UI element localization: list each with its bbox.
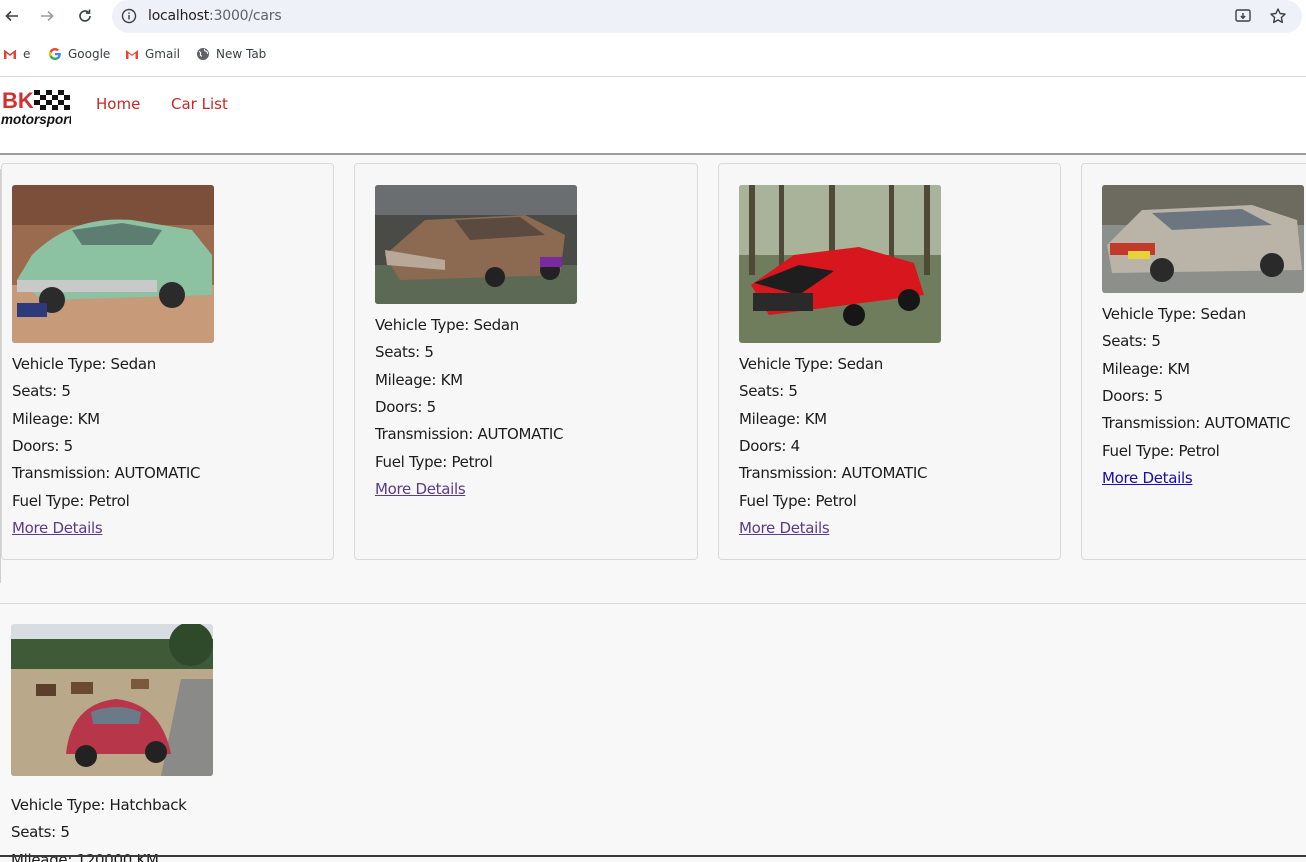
address-bar[interactable]: localhost:3000/cars xyxy=(112,0,1302,33)
fuel-type: Fuel Type: Petrol xyxy=(1102,442,1220,460)
car-photo[interactable] xyxy=(739,185,941,343)
brand-logo[interactable]: BK motorsport xyxy=(1,87,71,129)
more-details-link[interactable]: More Details xyxy=(739,519,830,537)
arrow-left-icon xyxy=(5,10,18,22)
info-icon[interactable] xyxy=(121,8,137,24)
logo-text-bottom: motorsport xyxy=(1,112,71,127)
nav-car-list-link[interactable]: Car List xyxy=(171,95,228,113)
car-grid: Vehicle Type: Sedan Seats: 5 Mileage: KM… xyxy=(0,155,1306,862)
back-button[interactable] xyxy=(0,4,24,28)
globe-icon xyxy=(197,48,209,60)
mileage: Mileage: KM xyxy=(12,410,100,428)
vehicle-type: Vehicle Type: Sedan xyxy=(1102,305,1246,323)
car-card: Vehicle Type: Hatchback Seats: 5 Mileage… xyxy=(1,604,334,862)
forward-button[interactable] xyxy=(35,4,59,28)
fuel-type: Fuel Type: Petrol xyxy=(12,492,130,510)
url-text: localhost:3000/cars xyxy=(148,8,282,24)
bookmark-1[interactable]: e xyxy=(3,47,30,61)
bookmark-label: New Tab xyxy=(216,47,267,61)
bookmark-4[interactable]: New Tab xyxy=(196,47,266,61)
install-app-icon[interactable] xyxy=(1234,7,1252,25)
transmission: Transmission: AUTOMATIC xyxy=(1102,414,1291,432)
arrow-right-icon xyxy=(41,10,54,22)
seats: Seats: 5 xyxy=(739,382,798,400)
fuel-type: Fuel Type: Petrol xyxy=(375,453,493,471)
gmail-icon xyxy=(126,50,138,59)
green-classic-car-photo xyxy=(12,185,214,343)
bookmark-label: Gmail xyxy=(145,47,181,61)
vehicle-type: Vehicle Type: Hatchback xyxy=(11,796,187,814)
vehicle-type: Vehicle Type: Sedan xyxy=(375,316,519,334)
site-header: BK motorsport Home Car List xyxy=(0,77,1306,153)
more-details-link[interactable]: More Details xyxy=(12,519,103,537)
car-photo[interactable] xyxy=(12,185,214,343)
car-card: Vehicle Type: Sedan Seats: 5 Mileage: KM… xyxy=(1,163,334,560)
car-card: Vehicle Type: Sedan Seats: 5 Mileage: KM… xyxy=(354,163,698,560)
reload-button[interactable] xyxy=(73,4,97,28)
car-photo[interactable] xyxy=(11,624,213,776)
doors: Doors: 4 xyxy=(739,437,800,455)
transmission: Transmission: AUTOMATIC xyxy=(375,425,564,443)
transmission: Transmission: AUTOMATIC xyxy=(739,464,928,482)
logo-text-top: BK xyxy=(2,88,34,113)
red-muscle-car-photo xyxy=(739,185,941,343)
car-photo[interactable] xyxy=(375,185,577,304)
page-viewport: BK motorsport Home Car List Vehicle Type… xyxy=(0,77,1306,862)
mileage: Mileage: KM xyxy=(739,410,827,428)
bookmark-label: e xyxy=(23,47,31,61)
more-details-link[interactable]: More Details xyxy=(1102,469,1193,487)
red-beetle-photo xyxy=(11,624,213,776)
fuel-type: Fuel Type: Petrol xyxy=(739,492,857,510)
more-details-link[interactable]: More Details xyxy=(375,480,466,498)
doors: Doors: 5 xyxy=(375,398,436,416)
bookmark-2[interactable]: Google xyxy=(48,47,110,61)
bookmarks-bar: e Google Gmail New Tab xyxy=(0,40,1306,70)
doors: Doors: 5 xyxy=(1102,387,1163,405)
car-card: Vehicle Type: Sedan Seats: 5 Mileage: KM… xyxy=(1081,163,1306,560)
doors: Doors: 5 xyxy=(12,437,73,455)
car-card: Vehicle Type: Sedan Seats: 5 Mileage: KM… xyxy=(718,163,1061,560)
bookmark-3[interactable]: Gmail xyxy=(125,47,180,61)
mileage: Mileage: KM xyxy=(375,371,463,389)
transmission: Transmission: AUTOMATIC xyxy=(12,464,201,482)
seats: Seats: 5 xyxy=(12,382,71,400)
mileage: Mileage: KM xyxy=(1102,360,1190,378)
url-path: :3000/cars xyxy=(209,8,282,24)
bookmark-label: Google xyxy=(68,47,111,61)
silver-sedan-photo xyxy=(1102,185,1304,293)
rusty-car-in-garage-photo xyxy=(375,185,577,304)
browser-toolbar: localhost:3000/cars xyxy=(0,0,1306,34)
star-icon[interactable] xyxy=(1269,7,1287,25)
seats: Seats: 5 xyxy=(11,823,70,841)
vehicle-type: Vehicle Type: Sedan xyxy=(12,355,156,373)
google-icon xyxy=(49,48,61,60)
vehicle-type: Vehicle Type: Sedan xyxy=(739,355,883,373)
url-host: localhost xyxy=(148,8,210,24)
window-bottom-edge xyxy=(0,855,1306,857)
seats: Seats: 5 xyxy=(1102,332,1161,350)
seats: Seats: 5 xyxy=(375,343,434,361)
reload-icon xyxy=(79,9,91,22)
gmail-icon xyxy=(3,49,17,59)
car-photo[interactable] xyxy=(1102,185,1304,293)
nav-home-link[interactable]: Home xyxy=(96,95,140,113)
checkered-flag-icon xyxy=(34,90,70,110)
